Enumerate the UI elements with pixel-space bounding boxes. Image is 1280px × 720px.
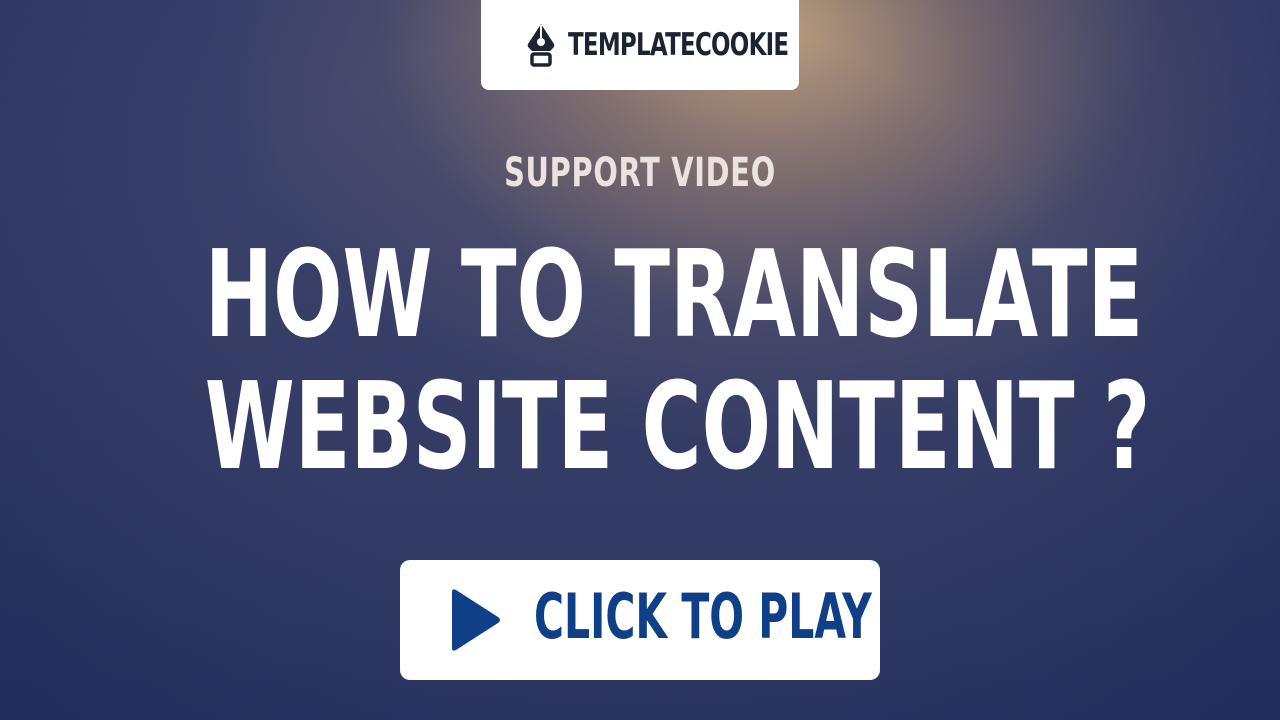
pen-nib-icon	[527, 24, 555, 67]
video-category-label: SUPPORT VIDEO	[504, 150, 776, 196]
click-to-play-button[interactable]: CLICK TO PLAY	[400, 560, 880, 680]
video-title-line-1: HOW TO TRANSLATE	[204, 226, 1144, 365]
logo-card[interactable]: TEMPLATECOOKIE	[481, 0, 799, 90]
play-button-label: CLICK TO PLAY	[534, 580, 872, 653]
video-title-line-2: WEBSITE CONTENT ?	[204, 358, 1151, 497]
brand-name: TEMPLATECOOKIE	[568, 27, 789, 63]
play-icon	[452, 589, 500, 651]
